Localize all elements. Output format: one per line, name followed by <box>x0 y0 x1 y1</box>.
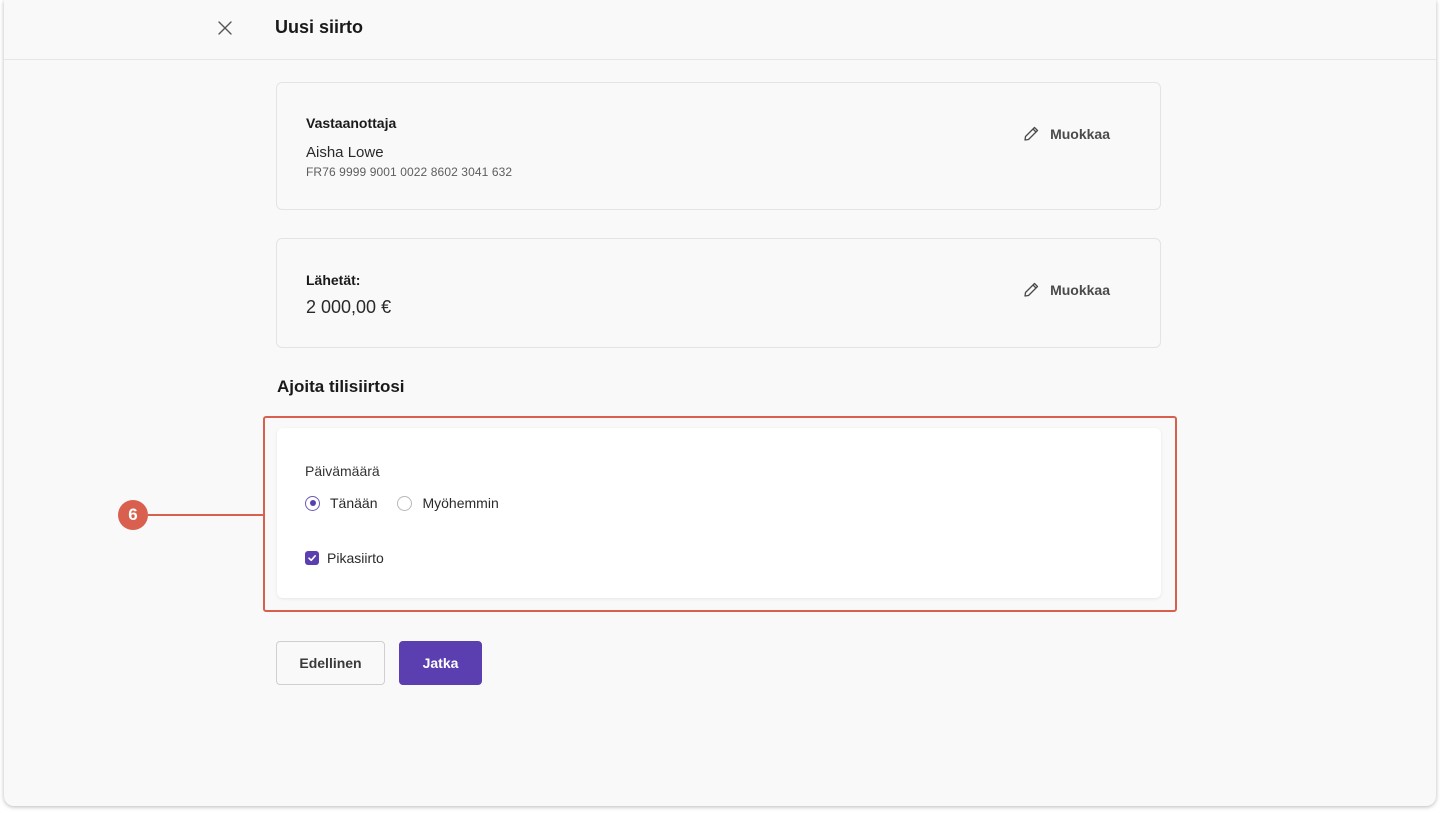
recipient-iban: FR76 9999 9001 0022 8602 3041 632 <box>306 165 513 179</box>
date-radio-group: Tänään Myöhemmin <box>305 495 519 511</box>
radio-option-later[interactable]: Myöhemmin <box>397 495 499 511</box>
edit-recipient-label: Muokkaa <box>1050 125 1110 142</box>
schedule-card: Päivämäärä Tänään Myöhemmin Pikasiirto <box>277 428 1161 598</box>
header: Uusi siirto <box>4 0 1436 60</box>
recipient-label: Vastaanottaja <box>306 115 397 131</box>
edit-amount-label: Muokkaa <box>1050 281 1110 298</box>
pencil-icon <box>1024 282 1039 297</box>
instant-transfer-option[interactable]: Pikasiirto <box>305 550 384 566</box>
recipient-name: Aisha Lowe <box>306 144 384 161</box>
radio-option-today[interactable]: Tänään <box>305 495 377 511</box>
radio-today-label: Tänään <box>330 495 378 511</box>
pencil-icon <box>1024 126 1039 141</box>
edit-recipient-button[interactable]: Muokkaa <box>1023 125 1110 142</box>
radio-today[interactable] <box>305 495 320 511</box>
date-label: Päivämäärä <box>305 463 380 479</box>
amount-value: 2 000,00 € <box>306 297 392 317</box>
recipient-card: Vastaanottaja Aisha Lowe FR76 9999 9001 … <box>276 82 1161 210</box>
radio-later-label: Myöhemmin <box>422 495 499 511</box>
instant-transfer-label: Pikasiirto <box>327 550 384 566</box>
step-number-badge: 6 <box>118 500 148 530</box>
close-icon <box>218 21 232 35</box>
edit-amount-button[interactable]: Muokkaa <box>1023 281 1110 298</box>
previous-button[interactable]: Edellinen <box>276 641 385 685</box>
amount-label: Lähetät: <box>306 272 361 288</box>
continue-button[interactable]: Jatka <box>399 641 482 685</box>
close-button[interactable] <box>214 17 236 39</box>
page-title: Uusi siirto <box>275 17 364 37</box>
transfer-window: Uusi siirto Vastaanottaja Aisha Lowe FR7… <box>4 0 1436 806</box>
check-icon <box>308 555 316 562</box>
annotation-connector-line <box>148 514 263 516</box>
schedule-section-title: Ajoita tilisiirtosi <box>277 377 405 396</box>
amount-card: Lähetät: 2 000,00 € Muokkaa <box>276 238 1161 348</box>
radio-later[interactable] <box>397 495 413 511</box>
instant-transfer-checkbox[interactable] <box>305 551 319 565</box>
